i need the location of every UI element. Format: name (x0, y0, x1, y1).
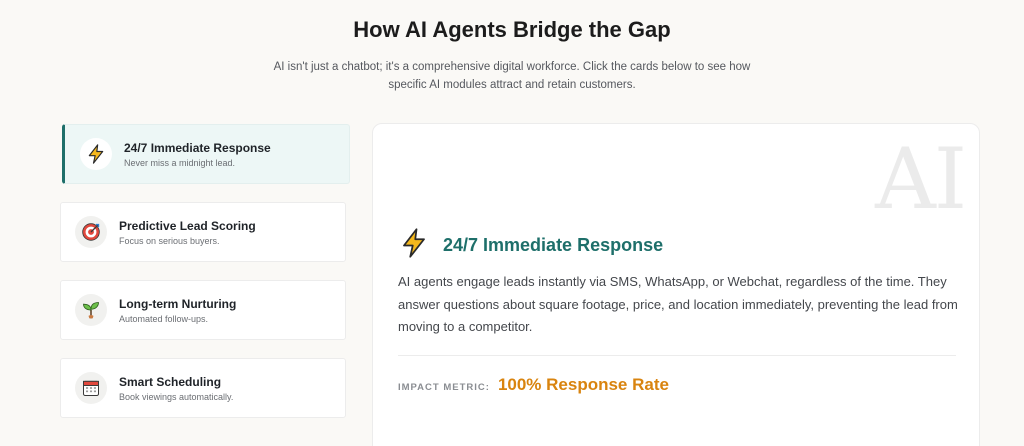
card-title: Long-term Nurturing (119, 296, 237, 311)
impact-metric-value: 100% Response Rate (497, 375, 669, 394)
divider (398, 355, 956, 356)
target-icon (75, 216, 107, 248)
card-description: Automated follow-ups. (119, 313, 209, 324)
card-title: 24/7 Immediate Response (124, 140, 271, 155)
calendar-icon (75, 372, 107, 404)
card-description: Focus on serious buyers. (119, 235, 220, 246)
impact-metric: IMPACT METRIC: 100% Response Rate (398, 375, 669, 395)
card-smart-scheduling[interactable]: Smart Scheduling Book viewings automatic… (60, 358, 346, 418)
card-description: Book viewings automatically. (119, 391, 234, 402)
detail-title: 24/7 Immediate Response (443, 235, 664, 255)
detail-description: AI agents engage leads instantly via SMS… (398, 274, 958, 334)
detail-panel: AI 24/7 Immediate Response AI agents eng… (372, 123, 980, 446)
card-immediate-response[interactable]: 24/7 Immediate Response Never miss a mid… (62, 124, 350, 184)
lightning-icon (399, 228, 429, 263)
card-title: Predictive Lead Scoring (119, 218, 256, 233)
card-title: Smart Scheduling (119, 374, 222, 389)
card-predictive-lead-scoring[interactable]: Predictive Lead Scoring Focus on serious… (60, 202, 346, 262)
card-description: Never miss a midnight lead. (124, 157, 236, 168)
lightning-icon (80, 138, 112, 170)
page-title: How AI Agents Bridge the Gap (353, 17, 671, 42)
seedling-icon (75, 294, 107, 326)
ai-watermark: AI (875, 130, 967, 228)
impact-metric-label: IMPACT METRIC: (398, 382, 490, 393)
detail-header: 24/7 Immediate Response (399, 228, 663, 263)
page-subtitle: AI isn't just a chatbot; it's a comprehe… (273, 61, 751, 91)
card-long-term-nurturing[interactable]: Long-term Nurturing Automated follow-ups… (60, 280, 346, 340)
